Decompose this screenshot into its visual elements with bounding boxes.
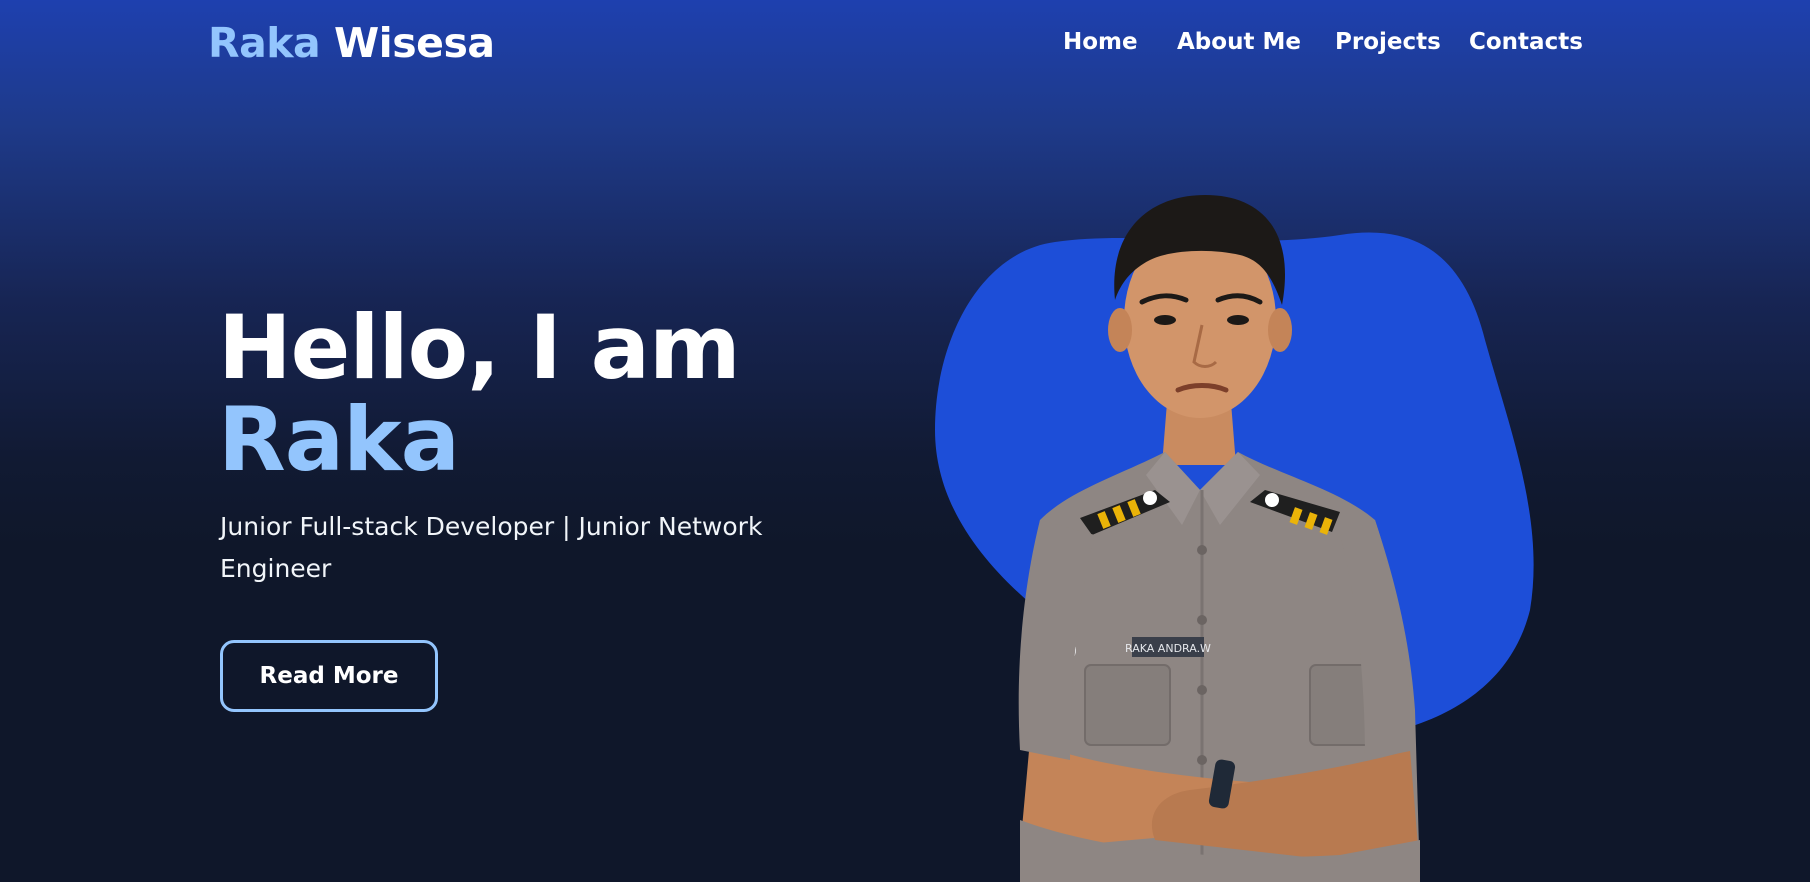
nav-link-home[interactable]: Home	[1063, 26, 1138, 58]
nav-menu: Home About Me Projects Contacts	[0, 26, 1810, 58]
name-tag-text: RAKA ANDRA.W	[1125, 642, 1211, 655]
navbar: Raka Wisesa Home About Me Projects Conta…	[0, 0, 1810, 84]
hero-section: Hello, I am Raka Junior Full-stack Devel…	[218, 302, 838, 712]
nav-link-projects[interactable]: Projects	[1335, 26, 1441, 58]
hero-greeting: Hello, I am	[218, 296, 741, 399]
hero-heading: Hello, I am Raka	[218, 302, 838, 486]
pocket-left	[1084, 664, 1171, 746]
portrait-illustration: RAKA ANDRA.W	[935, 195, 1534, 882]
nav-link-contacts[interactable]: Contacts	[1469, 26, 1583, 58]
hero-portrait: RAKA ANDRA.W	[920, 190, 1560, 882]
hero-subtitle: Junior Full-stack Developer | Junior Net…	[220, 512, 763, 583]
nav-link-about-me[interactable]: About Me	[1177, 26, 1301, 58]
hero-name: Raka	[218, 388, 460, 491]
read-more-button[interactable]: Read More	[220, 640, 438, 712]
